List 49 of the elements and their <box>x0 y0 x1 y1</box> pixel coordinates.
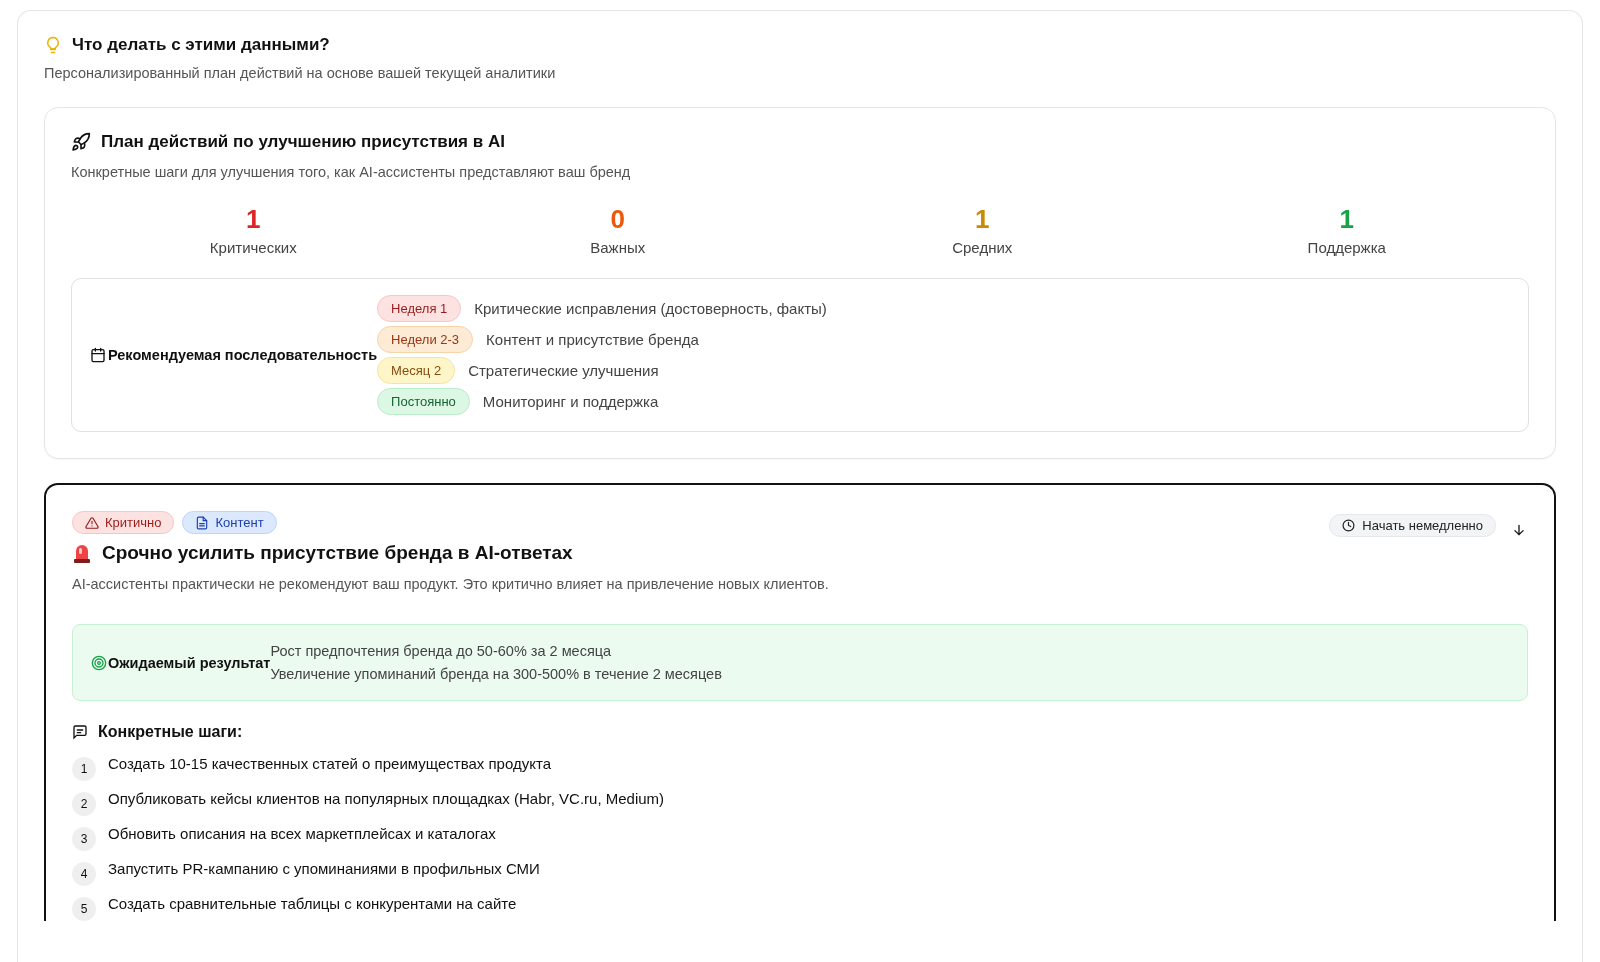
steps-title: Конкретные шаги: <box>98 723 243 741</box>
step-number: 5 <box>72 897 96 921</box>
message-icon <box>72 724 88 740</box>
action-description: AI-ассистенты практически не рекомендуют ваш продукт. Это критично влияет на привлечение новых клиентов. <box>72 576 830 592</box>
step-text: Обновить описания на всех маркетплейсах и каталогах <box>108 825 496 842</box>
stat-label: Поддержка <box>1307 239 1386 256</box>
stat-value: 1 <box>1339 204 1354 235</box>
phase-badge: Недели 2-3 <box>377 326 474 353</box>
phase-text: Стратегические улучшения <box>468 362 659 379</box>
stat-value: 1 <box>975 204 990 235</box>
clock-icon <box>1342 518 1356 532</box>
stat-label: Важных <box>590 239 646 256</box>
calendar-icon <box>90 347 106 363</box>
result-text: Увеличение упоминаний бренда на 300-500% в течение 2 месяцев <box>270 666 722 682</box>
stat-value: 0 <box>610 204 625 235</box>
stat-label: Критических <box>209 239 297 256</box>
warning-icon <box>85 515 99 530</box>
phase-badge: Месяц 2 <box>377 357 456 384</box>
section-subtitle: Персонализированный план действий на основе вашей текущей аналитики <box>44 65 557 81</box>
phase-text: Мониторинг и поддержка <box>482 393 659 410</box>
timing-label: Начать немедленно <box>1362 517 1483 533</box>
section-title: Что делать с этими данными? <box>72 35 330 55</box>
phase-text: Контент и присутствие бренда <box>486 331 699 348</box>
result-text: Рост предпочтения бренда до 50-60% за 2 месяца <box>270 643 613 659</box>
step-number: 1 <box>72 757 96 781</box>
tag-label: Критично <box>105 515 162 530</box>
document-icon <box>195 515 210 530</box>
phase-badge: Постоянно <box>377 388 470 415</box>
action-title: Срочно усилить присутствие бренда в AI-ответах <box>102 542 573 564</box>
phase-badge: Неделя 1 <box>377 295 462 322</box>
step-text: Запустить PR-кампанию с упоминаниями в профильных СМИ <box>108 860 540 877</box>
phase-text: Критические исправления (достоверность, факты) <box>474 300 827 317</box>
tag-label: Контент <box>215 515 264 530</box>
result-label: Ожидаемый результат <box>108 654 271 671</box>
step-number: 3 <box>72 827 96 851</box>
step-text: Создать сравнительные таблицы с конкурентами на сайте <box>108 895 517 912</box>
step-text: Опубликовать кейсы клиентов на популярных площадках (Habr, VC.ru, Medium) <box>108 790 665 807</box>
step-number: 2 <box>72 792 96 816</box>
siren-icon <box>72 542 92 564</box>
plan-subtitle: Конкретные шаги для улучшения того, как AI-ассистенты представляют ваш бренд <box>71 164 632 180</box>
step-text: Создать 10-15 качественных статей о преимуществах продукта <box>108 755 551 772</box>
stat-value: 1 <box>246 204 261 235</box>
plan-title: План действий по улучшению присутствия в AI <box>101 132 505 152</box>
stat-label: Средних <box>952 239 1013 256</box>
step-number: 4 <box>72 862 96 886</box>
sequence-title: Рекомендуемая последовательность <box>108 347 378 363</box>
target-icon <box>91 654 107 671</box>
lightbulb-icon <box>44 35 62 55</box>
rocket-icon <box>71 132 91 152</box>
